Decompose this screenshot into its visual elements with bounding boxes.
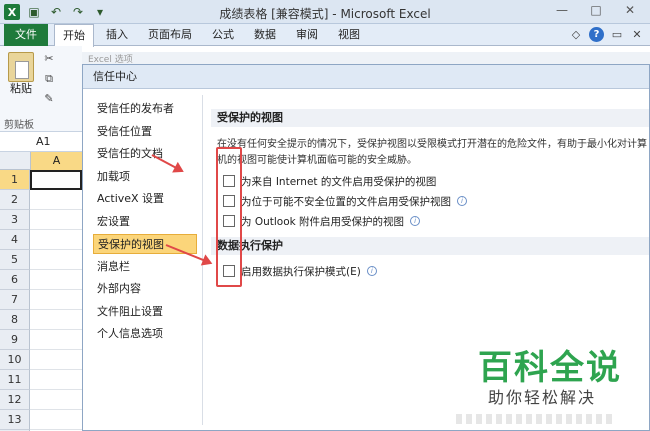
checkbox-highlight-annotation	[216, 147, 242, 287]
option-label[interactable]: 为 Outlook 附件启用受保护的视图	[241, 214, 404, 229]
row-header[interactable]: 2	[0, 190, 30, 210]
row-header[interactable]: 1	[0, 170, 30, 190]
cell[interactable]	[30, 370, 82, 390]
nav-item[interactable]: 宏设置	[93, 212, 197, 232]
restore-icon[interactable]: ▭	[610, 28, 624, 42]
ribbon-tabs: 文件 开始 插入 页面布局 公式 数据 审阅 视图 ◇ ? ▭ ✕	[0, 24, 650, 47]
watermark-strip	[456, 414, 616, 424]
option-row: 为 Outlook 附件启用受保护的视图 i	[223, 213, 421, 229]
tab-page-layout[interactable]: 页面布局	[140, 24, 200, 46]
dep-heading: 数据执行保护	[211, 237, 649, 255]
cell[interactable]	[30, 330, 82, 350]
row-header[interactable]: 7	[0, 290, 30, 310]
clipboard-group-label: 剪贴板	[4, 120, 34, 131]
ribbon-right-icons: ◇ ? ▭ ✕	[569, 27, 644, 42]
cell[interactable]	[30, 190, 82, 210]
tab-file[interactable]: 文件	[4, 24, 48, 46]
row-header[interactable]: 5	[0, 250, 30, 270]
window-controls: — □ ✕	[552, 3, 640, 21]
copy-icon[interactable]: ⧉	[42, 72, 56, 86]
row-header[interactable]: 12	[0, 390, 30, 410]
watermark-title: 百科全说	[478, 348, 622, 388]
protected-view-description: 在没有任何安全提示的情况下，受保护视图以受限模式打开潜在的危险文件，有助于最小化…	[217, 139, 647, 166]
cell[interactable]	[30, 290, 82, 310]
cell[interactable]	[30, 310, 82, 330]
info-icon: i	[366, 266, 377, 276]
option-label[interactable]: 为位于可能不安全位置的文件启用受保护视图	[241, 194, 451, 209]
nav-item[interactable]: 受信任的发布者	[93, 99, 197, 119]
tab-insert[interactable]: 插入	[98, 24, 136, 46]
paste-button-label[interactable]: 粘贴	[10, 80, 32, 96]
row-header[interactable]: 10	[0, 350, 30, 370]
option-label[interactable]: 启用数据执行保护模式(E)	[241, 264, 361, 279]
watermark-subtitle: 助你轻松解决	[488, 388, 597, 407]
cell[interactable]	[30, 390, 82, 410]
dialog-title: 信任中心	[83, 65, 649, 89]
row-header[interactable]: 6	[0, 270, 30, 290]
cell[interactable]	[30, 230, 82, 250]
title-bar: X ▣ ↶ ↷ ▾ 成绩表格 [兼容模式] - Microsoft Excel …	[0, 0, 650, 24]
nav-item[interactable]: 文件阻止设置	[93, 302, 197, 322]
option-row: 为来自 Internet 的文件启用受保护的视图	[223, 173, 436, 189]
cell[interactable]	[30, 410, 82, 430]
nav-item[interactable]: 外部内容	[93, 279, 197, 299]
option-row: 启用数据执行保护模式(E) i	[223, 263, 377, 279]
close-button[interactable]: ✕	[620, 3, 640, 21]
help-icon[interactable]: ?	[589, 27, 604, 42]
cut-icon[interactable]: ✂	[42, 52, 56, 66]
collapse-ribbon-icon[interactable]: ◇	[569, 28, 583, 42]
formula-bar: A1	[0, 132, 82, 152]
tab-formulas[interactable]: 公式	[204, 24, 242, 46]
row-header[interactable]: 4	[0, 230, 30, 250]
column-header-a[interactable]: A	[30, 152, 82, 170]
nav-item[interactable]: 个人信息选项	[93, 324, 197, 344]
paste-icon[interactable]	[8, 52, 34, 82]
watermark: 百科全说 助你轻松解决	[456, 336, 646, 428]
row-header[interactable]: 3	[0, 210, 30, 230]
nav-item[interactable]: 受信任位置	[93, 122, 197, 142]
row-header[interactable]: 11	[0, 370, 30, 390]
info-icon: i	[410, 216, 421, 226]
tab-view[interactable]: 视图	[330, 24, 368, 46]
cell[interactable]	[30, 250, 82, 270]
row-header[interactable]: 8	[0, 310, 30, 330]
format-painter-icon[interactable]: ✎	[42, 92, 56, 106]
nav-item[interactable]: 消息栏	[93, 257, 197, 277]
nav-item[interactable]: ActiveX 设置	[93, 189, 197, 209]
column-header-row: A	[0, 152, 82, 170]
nav-item[interactable]: 受信任的文档	[93, 144, 197, 164]
cell[interactable]	[30, 170, 82, 190]
protected-view-heading: 受保护的视图	[211, 109, 649, 127]
name-box[interactable]: A1	[36, 135, 51, 148]
cell[interactable]	[30, 350, 82, 370]
option-label[interactable]: 为来自 Internet 的文件启用受保护的视图	[241, 174, 436, 189]
minimize-button[interactable]: —	[552, 3, 572, 21]
option-row: 为位于可能不安全位置的文件启用受保护视图 i	[223, 193, 467, 209]
row-header[interactable]: 9	[0, 330, 30, 350]
maximize-button[interactable]: □	[586, 3, 606, 21]
row-header[interactable]: 13	[0, 410, 30, 430]
tab-home[interactable]: 开始	[54, 24, 94, 47]
cell[interactable]	[30, 210, 82, 230]
close-workbook-icon[interactable]: ✕	[630, 28, 644, 42]
cell[interactable]	[30, 270, 82, 290]
info-icon: i	[457, 196, 467, 206]
trust-center-nav: 受信任的发布者 受信任位置 受信任的文档 加载项 ActiveX 设置 宏设置 受保护的视图…	[91, 95, 203, 425]
tab-data[interactable]: 数据	[246, 24, 284, 46]
tab-review[interactable]: 审阅	[288, 24, 326, 46]
